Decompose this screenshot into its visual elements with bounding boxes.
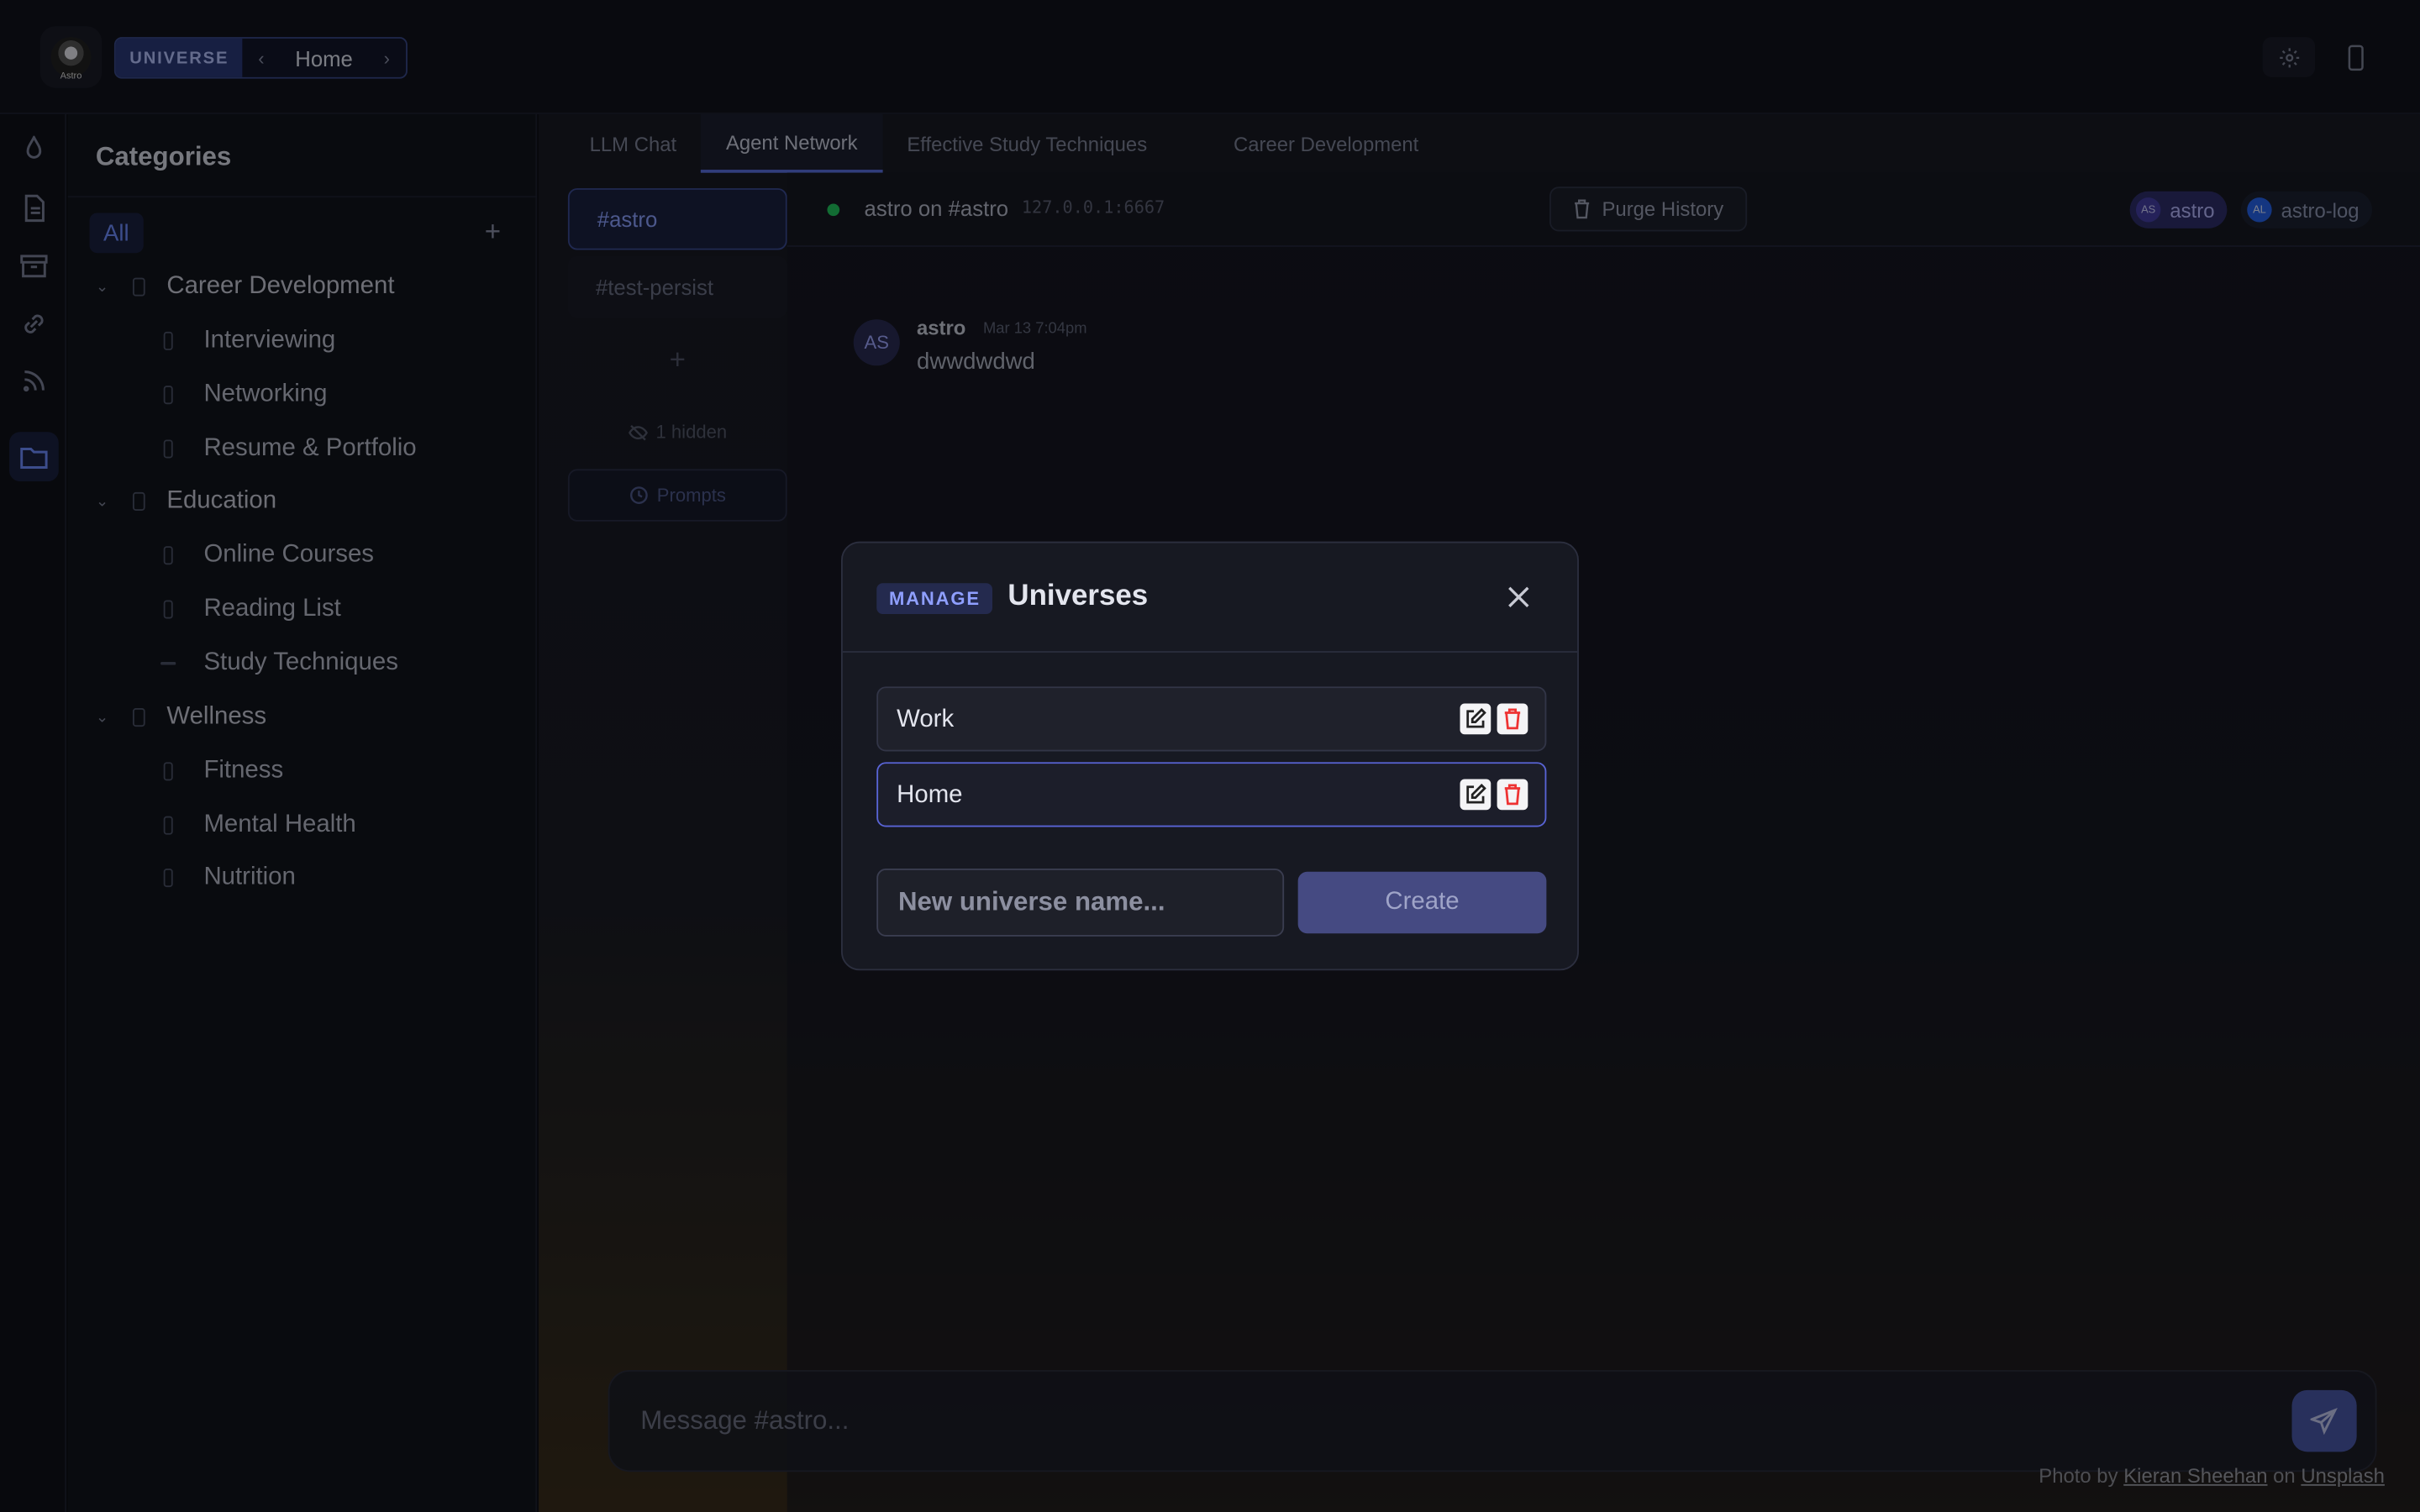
delete-universe-button[interactable] <box>1497 779 1528 811</box>
trash-icon <box>1504 784 1521 806</box>
manage-badge: MANAGE <box>876 583 993 615</box>
app-root: Astro UNIVERSE ‹ Home › Categories All +… <box>0 0 2420 1512</box>
create-universe-button[interactable]: Create <box>1297 871 1547 934</box>
universe-name: Home <box>897 782 963 809</box>
close-button[interactable] <box>1503 581 1534 612</box>
modal-title: Universes <box>1007 580 1149 613</box>
universe-item-work[interactable]: Work <box>876 686 1547 752</box>
close-icon <box>1508 586 1529 607</box>
new-universe-input[interactable] <box>876 869 1285 937</box>
edit-icon <box>1466 708 1486 728</box>
modal-header: MANAGE Universes <box>842 543 1578 653</box>
edit-universe-button[interactable] <box>1460 779 1491 811</box>
manage-universes-modal: MANAGE Universes Work Home Cre <box>841 541 1579 971</box>
trash-icon <box>1504 708 1521 730</box>
universe-name: Work <box>897 706 955 733</box>
universe-item-home[interactable]: Home <box>876 762 1547 827</box>
delete-universe-button[interactable] <box>1497 703 1528 735</box>
edit-universe-button[interactable] <box>1460 703 1491 735</box>
edit-icon <box>1466 784 1486 804</box>
